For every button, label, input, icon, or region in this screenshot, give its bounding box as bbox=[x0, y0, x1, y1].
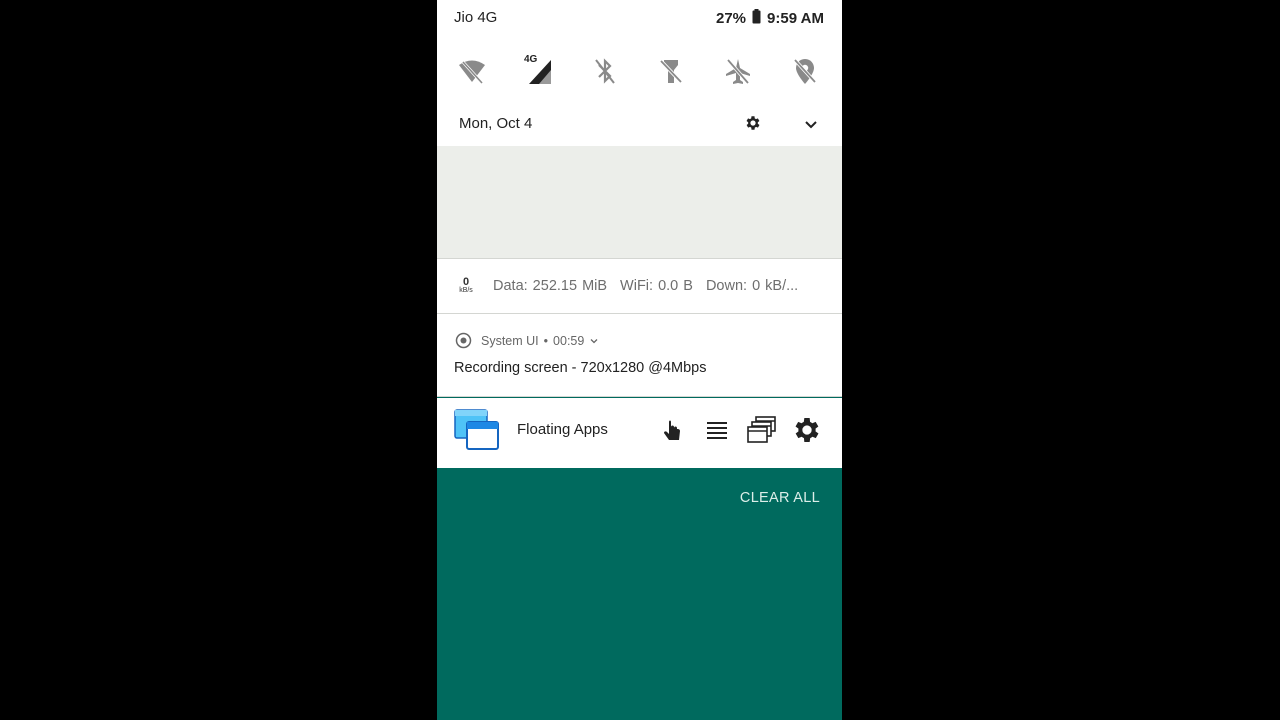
battery-icon bbox=[752, 9, 761, 28]
header-separator: • bbox=[543, 334, 549, 348]
date-text: Mon, Oct 4 bbox=[459, 115, 533, 132]
notification-shade: Jio 4G 27% 9:59 AM 4G Mon, Oct 4 0 kB/s … bbox=[437, 0, 842, 720]
location-off-icon[interactable] bbox=[790, 56, 820, 86]
data-usage: Data: 252.15 MiB bbox=[493, 278, 608, 294]
speed-unit: kB/s bbox=[459, 287, 473, 294]
menu-list-icon[interactable] bbox=[701, 414, 733, 446]
wifi-off-icon[interactable] bbox=[457, 56, 487, 86]
notification-app-name: System UI bbox=[481, 334, 539, 348]
carrier-name: Jio 4G bbox=[454, 9, 498, 26]
floating-apps-logo-icon bbox=[454, 409, 500, 451]
divider bbox=[437, 396, 842, 397]
record-icon bbox=[455, 332, 472, 349]
status-right-group: 27% 9:59 AM bbox=[716, 9, 824, 28]
bluetooth-off-icon[interactable] bbox=[590, 56, 620, 86]
speed-meter-icon: 0 kB/s bbox=[455, 277, 477, 295]
network-monitor-notification[interactable]: 0 kB/s Data: 252.15 MiB WiFi: 0.0 B Down: … bbox=[437, 259, 842, 313]
wallpaper-area: CLEAR ALL bbox=[437, 468, 842, 720]
notification-header: System UI • 00:59 bbox=[481, 334, 599, 348]
settings-gear-icon[interactable] bbox=[744, 114, 764, 134]
notification-elapsed-time: 00:59 bbox=[553, 334, 585, 348]
mobile-data-icon[interactable]: 4G bbox=[523, 54, 553, 86]
brightness-area bbox=[437, 146, 842, 258]
status-bar: Jio 4G 27% 9:59 AM bbox=[437, 0, 842, 36]
expand-chevron-icon[interactable] bbox=[801, 115, 821, 135]
download-speed: Down: 0 kB/... bbox=[705, 278, 799, 294]
floating-apps-title: Floating Apps bbox=[517, 421, 608, 438]
airplane-mode-off-icon[interactable] bbox=[723, 56, 753, 86]
date-row: Mon, Oct 4 bbox=[437, 110, 842, 146]
screen-recording-notification[interactable]: System UI • 00:59 Recording screen - 720… bbox=[437, 314, 842, 396]
touch-hand-icon[interactable] bbox=[656, 414, 688, 446]
wifi-usage: WiFi: 0.0 B bbox=[620, 278, 693, 294]
network-usage-text: Data: 252.15 MiB WiFi: 0.0 B Down: 0 kB/..… bbox=[493, 278, 811, 294]
speed-value: 0 bbox=[462, 276, 470, 288]
flashlight-off-icon[interactable] bbox=[656, 56, 686, 86]
windows-stack-icon[interactable] bbox=[746, 414, 778, 446]
floating-apps-notification[interactable]: Floating Apps bbox=[437, 398, 842, 468]
clear-all-button[interactable]: CLEAR ALL bbox=[740, 490, 820, 506]
settings-gear-icon[interactable] bbox=[791, 414, 823, 446]
network-type-badge: 4G bbox=[524, 54, 538, 65]
battery-percent: 27% bbox=[716, 10, 747, 27]
chevron-down-icon[interactable] bbox=[589, 336, 599, 346]
clock-time: 9:59 AM bbox=[767, 10, 824, 27]
notification-message: Recording screen - 720x1280 @4Mbps bbox=[454, 360, 707, 376]
quick-settings-row: 4G bbox=[437, 36, 842, 110]
